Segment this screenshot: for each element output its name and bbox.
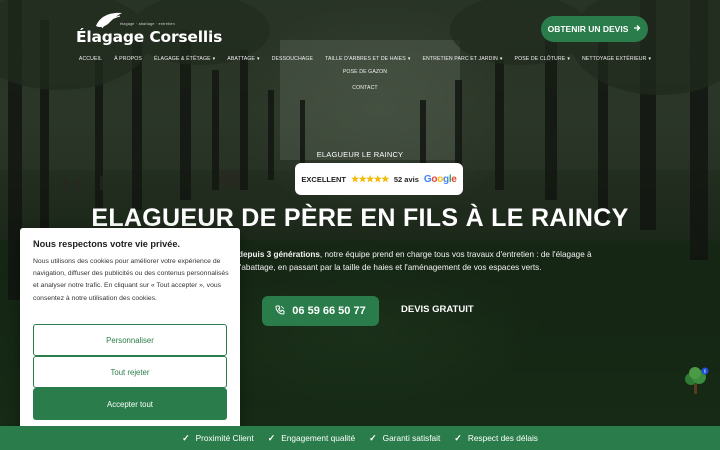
rating-label: EXCELLENT (301, 174, 347, 184)
nav-label: CONTACT (352, 85, 378, 91)
ribbon-item: ✓ Proximité Client (182, 433, 254, 444)
logo-tagline: élagage · abattage · entretien (120, 22, 175, 26)
nav-item-cloture[interactable]: POSE DE CLÔTURE ▾ (509, 54, 576, 64)
tree-logo-icon (96, 12, 122, 29)
logo-text: Élagage Corsellis (76, 28, 223, 46)
check-icon: ✓ (369, 432, 377, 443)
phone-icon (275, 305, 285, 318)
call-phone-button[interactable]: 06 59 66 50 77 (262, 296, 379, 326)
trust-ribbon: ✓ Proximité Client ✓ Engagement qualité ✓ G… (0, 426, 720, 450)
hero-description: depuis 3 générations, notre équipe prend… (238, 248, 628, 274)
review-count: 52 avis (393, 174, 419, 184)
get-quote-button[interactable]: OBTENIR UN DEVIS (541, 16, 648, 42)
nav-label: NETTOYAGE EXTÉRIEUR (581, 56, 647, 62)
floating-tree-widget[interactable]: i (682, 366, 710, 396)
nav-item-accueil[interactable]: ACCUEIL (73, 54, 108, 64)
star-rating-icon: ★★★★★ (351, 173, 389, 184)
nav-label: TAILLE D'ARBRES ET DE HAIES (325, 56, 406, 62)
chevron-down-icon: ▾ (648, 56, 652, 62)
chevron-down-icon: ▾ (567, 56, 570, 62)
nav-label: ENTRETIEN PARC ET JARDIN (422, 56, 498, 62)
phone-number: 06 59 66 50 77 (292, 305, 366, 317)
ribbon-label: Garanti satisfait (382, 433, 441, 443)
cookie-title: Nous respectons votre vie privée. (33, 239, 181, 249)
chevron-down-icon: ▾ (212, 56, 216, 62)
google-logo: Google (423, 173, 457, 185)
nav-label: À PROPOS (114, 56, 142, 62)
free-quote-link[interactable]: DEVIS GRATUIT (401, 304, 474, 315)
check-icon: ✓ (454, 432, 462, 443)
check-icon: ✓ (267, 432, 276, 443)
ribbon-item: ✓ Engagement qualité (268, 433, 355, 444)
nav-label: DESSOUCHAGE (271, 56, 314, 62)
ribbon-label: Respect des délais (467, 433, 538, 443)
nav-item-entretien[interactable]: ENTRETIEN PARC ET JARDIN ▾ (416, 54, 508, 64)
accept-all-button[interactable]: Accepter tout (33, 388, 227, 420)
nav-item-taille[interactable]: TAILLE D'ARBRES ET DE HAIES ▾ (319, 54, 416, 64)
nav-label: ACCUEIL (78, 56, 103, 62)
arrow-right-icon (633, 24, 641, 34)
nav-item-elagage[interactable]: ÉLAGAGE & ÉTÊTAGE ▾ (148, 54, 221, 64)
cookie-consent-banner: Nous respectons votre vie privée. Nous u… (20, 228, 240, 431)
nav-label: ÉLAGAGE & ÉTÊTAGE (153, 56, 211, 62)
hero-desc-line1: , notre équipe prend en charge tous vos … (319, 250, 592, 259)
cookie-text: Nous utilisons des cookies pour améliore… (33, 258, 229, 302)
reject-all-button[interactable]: Tout rejeter (33, 356, 227, 388)
nav-item-a-propos[interactable]: À PROPOS (108, 54, 148, 64)
ribbon-item: ✓ Respect des délais (454, 433, 538, 444)
site-logo[interactable]: élagage · abattage · entretien Élagage C… (76, 10, 222, 46)
nav-label: ABATTAGE (227, 56, 255, 62)
check-icon: ✓ (182, 432, 190, 443)
hero-kicker: ELAGUEUR LE RAINCY (316, 150, 404, 159)
google-review-badge[interactable]: EXCELLENT ★★★★★ 52 avis Google (295, 163, 463, 195)
ribbon-label: Engagement qualité (281, 433, 356, 443)
nav-item-gazon[interactable]: POSE DE GAZON (337, 67, 393, 77)
nav-label: POSE DE CLÔTURE (514, 56, 566, 62)
hero-desc-line2: l'abattage, en passant par la taille de … (238, 263, 542, 272)
chevron-down-icon: ▾ (499, 56, 503, 62)
chevron-down-icon: ▾ (407, 56, 411, 62)
ribbon-item: ✓ Garanti satisfait (369, 433, 440, 444)
customize-cookies-button[interactable]: Personnaliser (33, 324, 227, 356)
nav-label: POSE DE GAZON (342, 69, 388, 75)
main-navigation: ACCUEIL À PROPOS ÉLAGAGE & ÉTÊTAGE ▾ ABAT… (60, 54, 670, 93)
nav-item-abattage[interactable]: ABATTAGE ▾ (221, 54, 265, 64)
get-quote-label: OBTENIR UN DEVIS (547, 24, 629, 34)
hero-desc-bold: depuis 3 générations (238, 250, 320, 259)
ribbon-label: Proximité Client (195, 433, 254, 443)
tree-icon: i (685, 367, 709, 394)
nav-item-dessouchage[interactable]: DESSOUCHAGE (266, 54, 319, 64)
nav-item-nettoyage[interactable]: NETTOYAGE EXTÉRIEUR ▾ (576, 54, 657, 64)
chevron-down-icon: ▾ (256, 56, 260, 62)
nav-item-contact[interactable]: CONTACT (346, 83, 383, 93)
